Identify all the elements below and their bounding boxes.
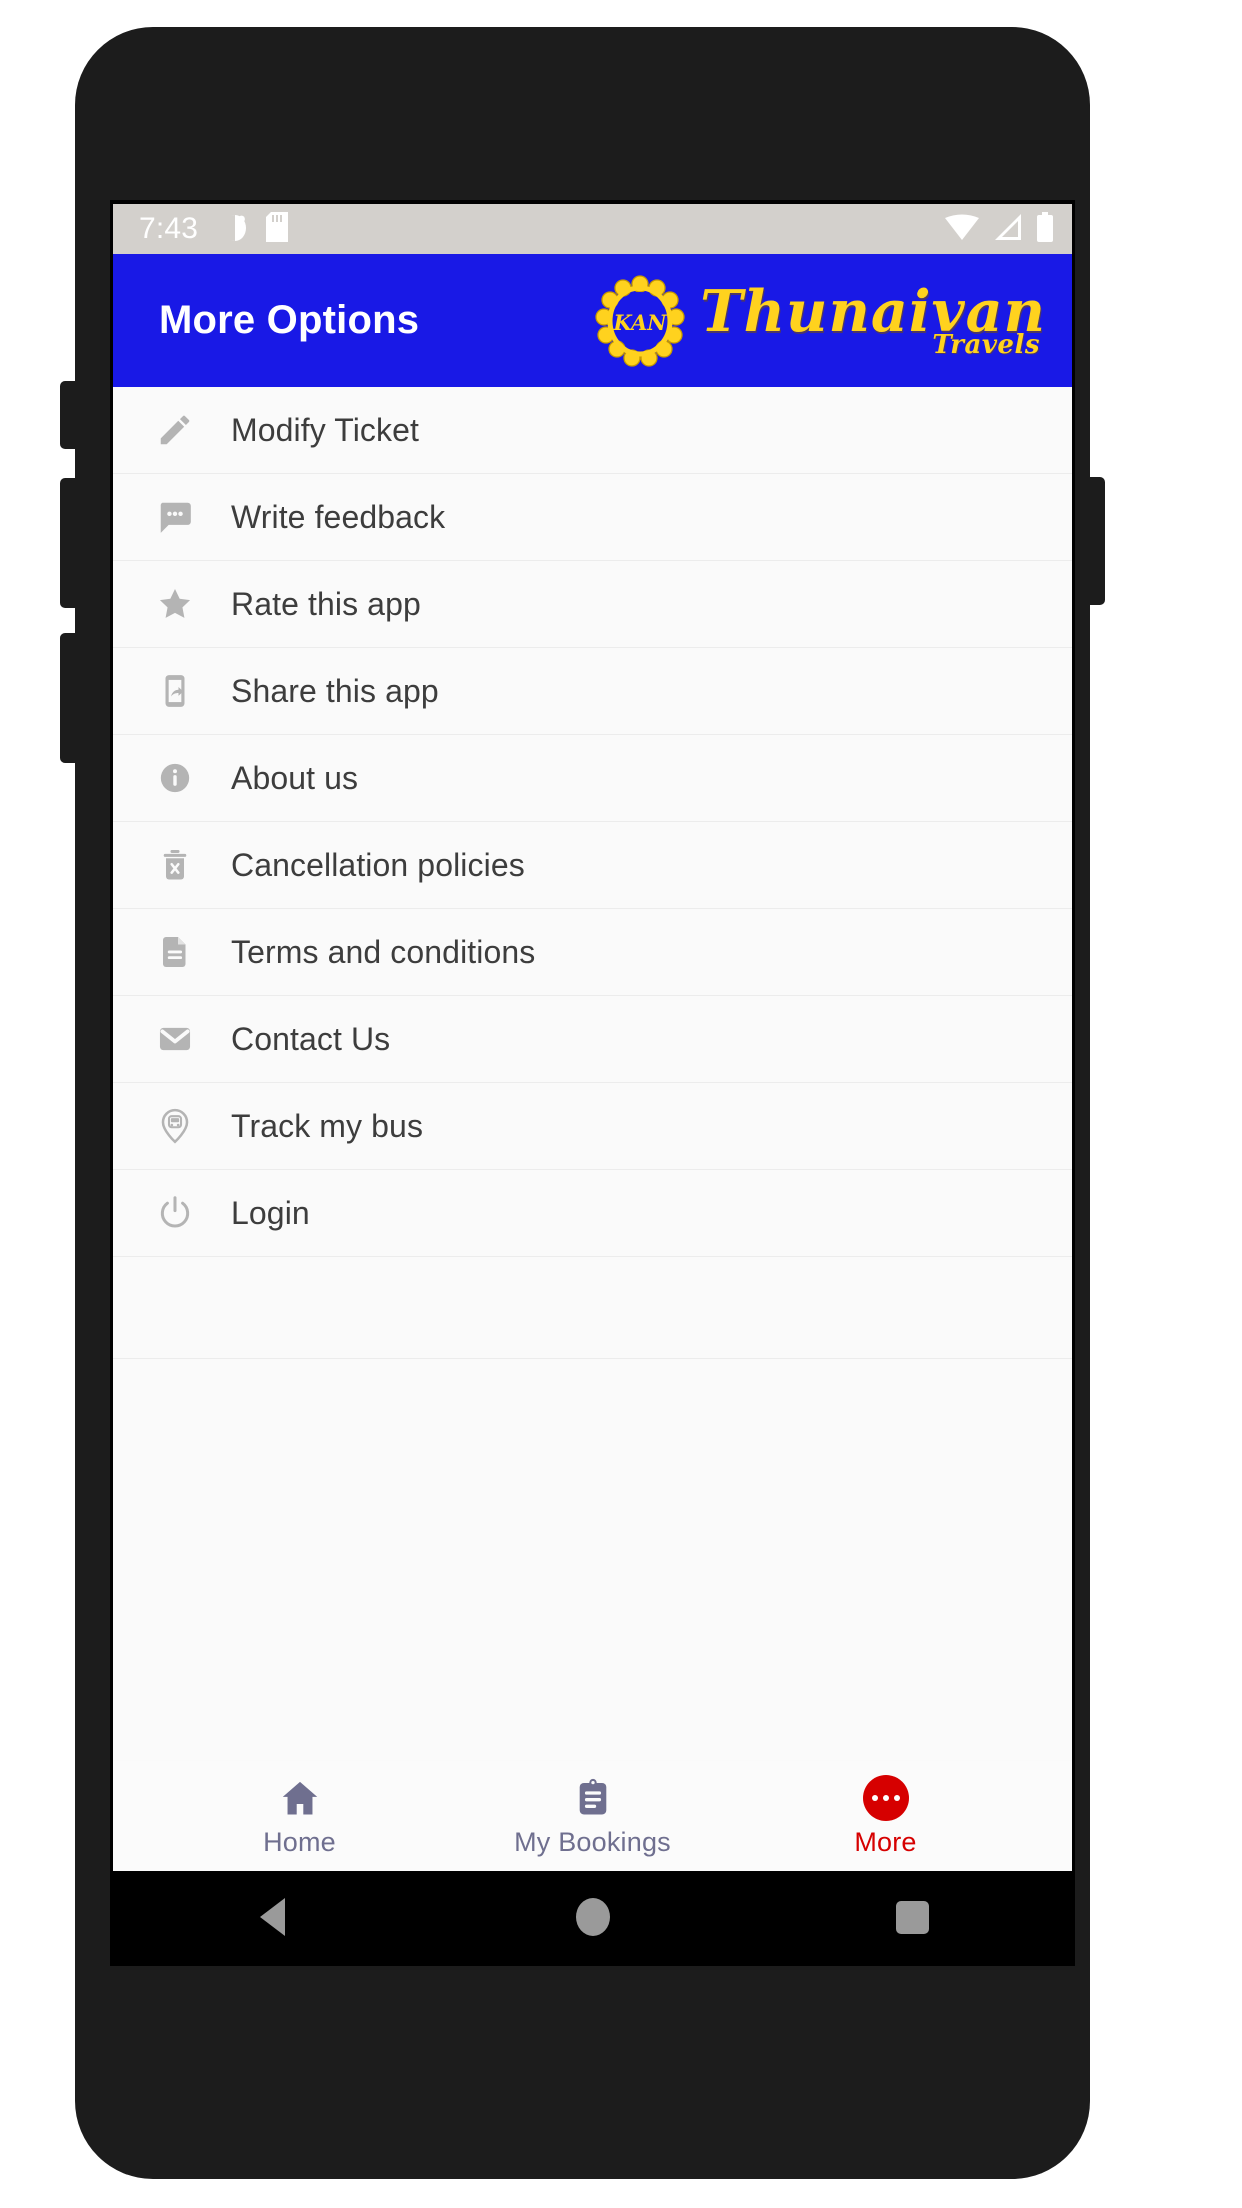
svg-text:KAN: KAN xyxy=(613,310,668,335)
nav-recents-button[interactable] xyxy=(752,1900,1072,1934)
status-bar-right-icons xyxy=(944,211,1054,247)
brand-logo: KAN Thunaivan Travels xyxy=(594,274,1056,367)
info-circle-icon xyxy=(153,756,197,800)
bottom-tab-bar: Home My Bookings More xyxy=(113,1761,1072,1871)
nav-back-button[interactable] xyxy=(113,1898,433,1936)
back-triangle-icon xyxy=(260,1898,286,1936)
home-icon xyxy=(278,1775,322,1821)
phone-power-button[interactable] xyxy=(1083,477,1105,605)
screenshot-stage: 7:43 More Options KAN Thunaivan Travels … xyxy=(0,0,1242,2208)
phone-side-button-top-left[interactable] xyxy=(60,381,82,449)
app-viewport: 7:43 More Options KAN Thunaivan Travels … xyxy=(113,204,1072,1963)
tab-label: Home xyxy=(263,1826,336,1857)
phone-screen: 7:43 More Options KAN Thunaivan Travels … xyxy=(110,200,1075,1966)
share-phone-icon xyxy=(153,669,197,713)
list-empty-space xyxy=(113,1257,1072,1359)
menu-item-label: Cancellation policies xyxy=(231,846,525,883)
menu-item-about-us[interactable]: About us xyxy=(113,735,1072,822)
alarm-moon-icon xyxy=(222,212,248,247)
menu-item-rate-this-app[interactable]: Rate this app xyxy=(113,561,1072,648)
status-bar-clock: 7:43 xyxy=(139,212,199,245)
menu-item-login[interactable]: Login xyxy=(113,1170,1072,1257)
nav-home-button[interactable] xyxy=(433,1898,753,1936)
clipboard-icon xyxy=(572,1775,614,1821)
more-dot-1 xyxy=(871,1794,878,1801)
menu-item-modify-ticket[interactable]: Modify Ticket xyxy=(113,387,1072,474)
cellular-signal-icon xyxy=(993,213,1023,246)
pencil-icon xyxy=(153,408,197,452)
brand-subtitle: Travels xyxy=(932,330,1040,360)
menu-item-label: Modify Ticket xyxy=(231,411,420,448)
app-bar: More Options KAN Thunaivan Travels xyxy=(113,254,1072,387)
menu-item-cancellation-policies[interactable]: Cancellation policies xyxy=(113,822,1072,909)
more-options-list: Modify Ticket Write feedback Rate this a… xyxy=(113,387,1072,1761)
menu-item-label: Share this app xyxy=(231,672,439,709)
android-navigation-bar xyxy=(113,1871,1072,1963)
menu-item-share-this-app[interactable]: Share this app xyxy=(113,648,1072,735)
tab-label: More xyxy=(854,1826,917,1857)
more-dots-circle xyxy=(862,1774,909,1821)
battery-icon xyxy=(1036,211,1054,247)
status-bar: 7:43 xyxy=(113,204,1072,254)
menu-item-label: Write feedback xyxy=(231,498,446,535)
trash-x-icon xyxy=(153,843,197,887)
more-dot-3 xyxy=(893,1794,900,1801)
power-icon xyxy=(153,1191,197,1235)
menu-item-label: Terms and conditions xyxy=(231,933,536,970)
page-title: More Options xyxy=(159,298,420,342)
map-pin-bus-icon xyxy=(153,1104,197,1148)
phone-volume-up-button[interactable] xyxy=(60,478,82,608)
menu-item-terms-and-conditions[interactable]: Terms and conditions xyxy=(113,909,1072,996)
menu-item-write-feedback[interactable]: Write feedback xyxy=(113,474,1072,561)
menu-item-label: Rate this app xyxy=(231,585,421,622)
recents-square-icon xyxy=(895,1900,929,1934)
menu-item-contact-us[interactable]: Contact Us xyxy=(113,996,1072,1083)
home-circle-icon xyxy=(575,1898,610,1936)
phone-volume-down-button[interactable] xyxy=(60,633,82,763)
menu-item-label: Login xyxy=(231,1194,310,1231)
sd-card-icon xyxy=(266,211,289,247)
more-dots-icon xyxy=(862,1774,909,1821)
more-dot-2 xyxy=(882,1794,889,1801)
tab-my-bookings[interactable]: My Bookings xyxy=(446,1775,739,1858)
menu-item-label: About us xyxy=(231,759,359,796)
envelope-icon xyxy=(153,1017,197,1061)
menu-item-track-my-bus[interactable]: Track my bus xyxy=(113,1083,1072,1170)
wifi-icon xyxy=(944,213,980,246)
chat-bubble-icon xyxy=(153,495,197,539)
document-icon xyxy=(153,930,197,974)
menu-item-label: Track my bus xyxy=(231,1107,424,1144)
status-bar-left-icons xyxy=(222,211,289,247)
tab-home[interactable]: Home xyxy=(153,1775,446,1858)
brand-wordmark: Thunaivan Travels xyxy=(700,283,1046,358)
kan-emblem-icon: KAN xyxy=(594,274,686,367)
star-icon xyxy=(153,582,197,626)
tab-more[interactable]: More xyxy=(739,1774,1032,1858)
menu-item-label: Contact Us xyxy=(231,1020,391,1057)
tab-label: My Bookings xyxy=(514,1826,671,1857)
